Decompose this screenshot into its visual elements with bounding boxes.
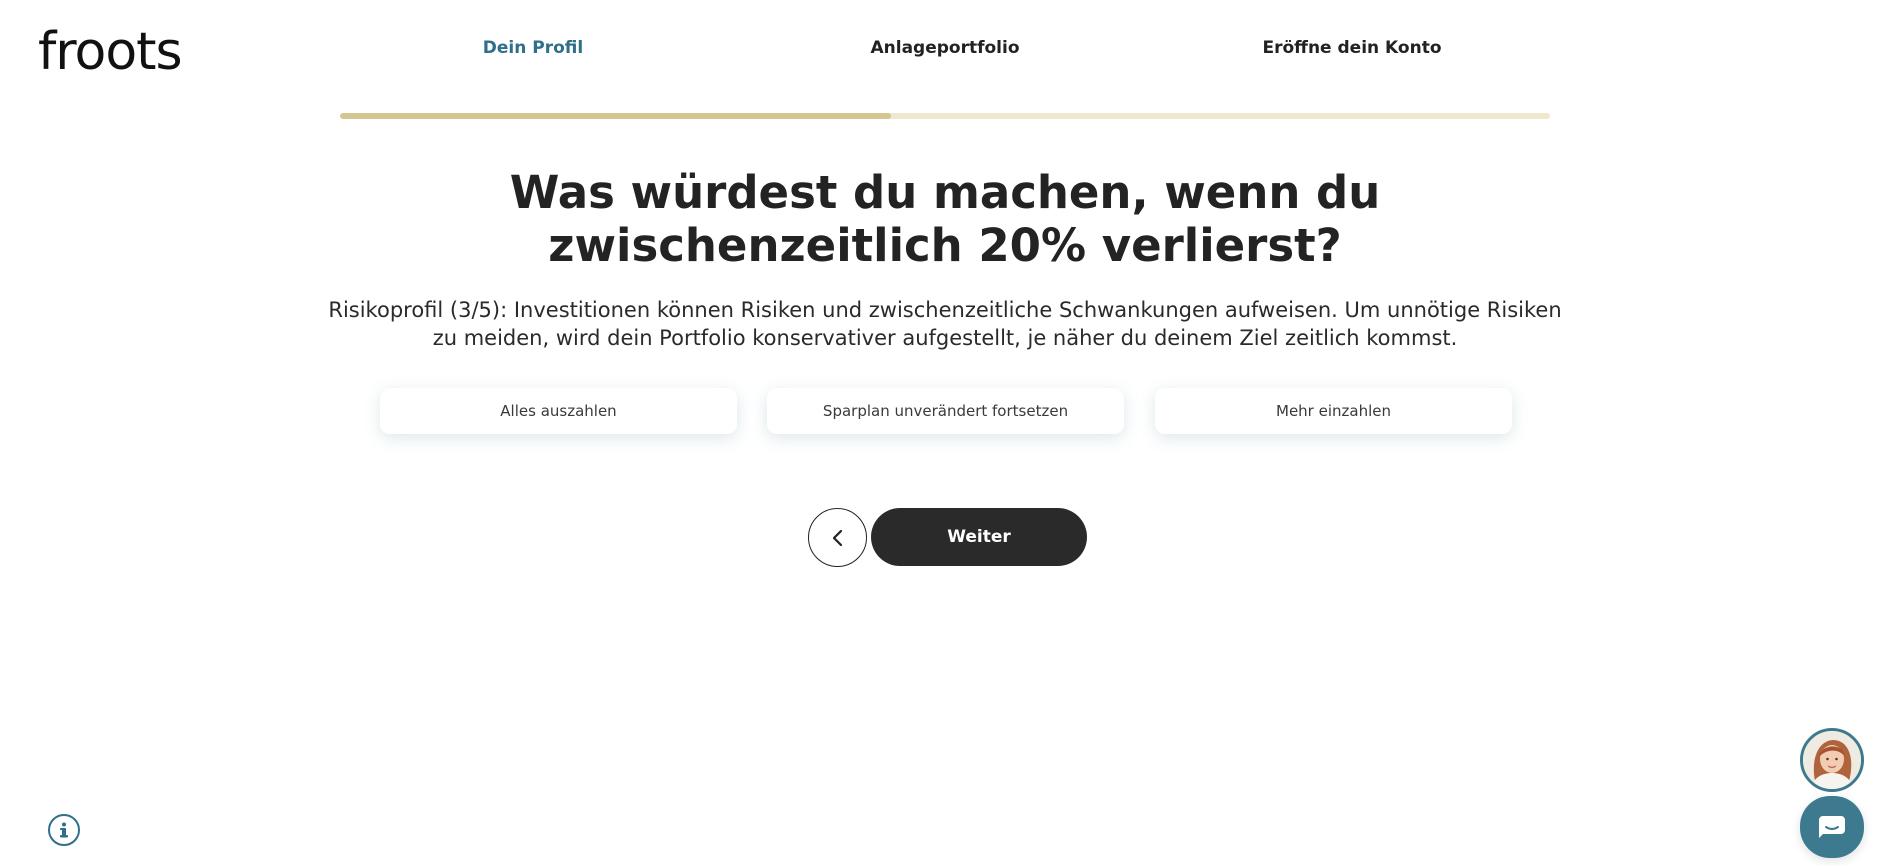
onboarding-page: froots Dein Profil Anlageportfolio Eröff… bbox=[0, 0, 1881, 866]
step-open-account[interactable]: Eröffne dein Konto bbox=[1262, 38, 1441, 58]
advisor-avatar[interactable] bbox=[1800, 728, 1864, 792]
step-portfolio[interactable]: Anlageportfolio bbox=[870, 38, 1019, 58]
next-button[interactable]: Weiter bbox=[871, 508, 1087, 566]
back-button[interactable] bbox=[808, 508, 867, 567]
progress-bar bbox=[340, 113, 1550, 119]
advisor-portrait bbox=[1803, 731, 1861, 789]
option-continue-plan[interactable]: Sparplan unverändert fortsetzen bbox=[767, 388, 1124, 434]
option-deposit-more[interactable]: Mehr einzahlen bbox=[1155, 388, 1512, 434]
froots-logo[interactable]: froots bbox=[38, 26, 183, 78]
step-profile[interactable]: Dein Profil bbox=[483, 38, 583, 58]
option-withdraw-all[interactable]: Alles auszahlen bbox=[380, 388, 737, 434]
info-button[interactable] bbox=[48, 814, 80, 846]
question-title: Was würdest du machen, wenn du zwischenz… bbox=[509, 166, 1381, 272]
chevron-left-icon bbox=[832, 529, 842, 546]
answer-options: Alles auszahlen Sparplan unverändert for… bbox=[380, 388, 1512, 434]
question-description: Risikoprofil (3/5): Investitionen können… bbox=[328, 298, 1562, 350]
chat-button[interactable] bbox=[1800, 796, 1864, 858]
info-icon bbox=[60, 822, 68, 838]
progress-bar-fill bbox=[340, 113, 891, 119]
step-navigation: Dein Profil Anlageportfolio Eröffne dein… bbox=[340, 38, 1550, 68]
chat-icon bbox=[1819, 816, 1845, 838]
